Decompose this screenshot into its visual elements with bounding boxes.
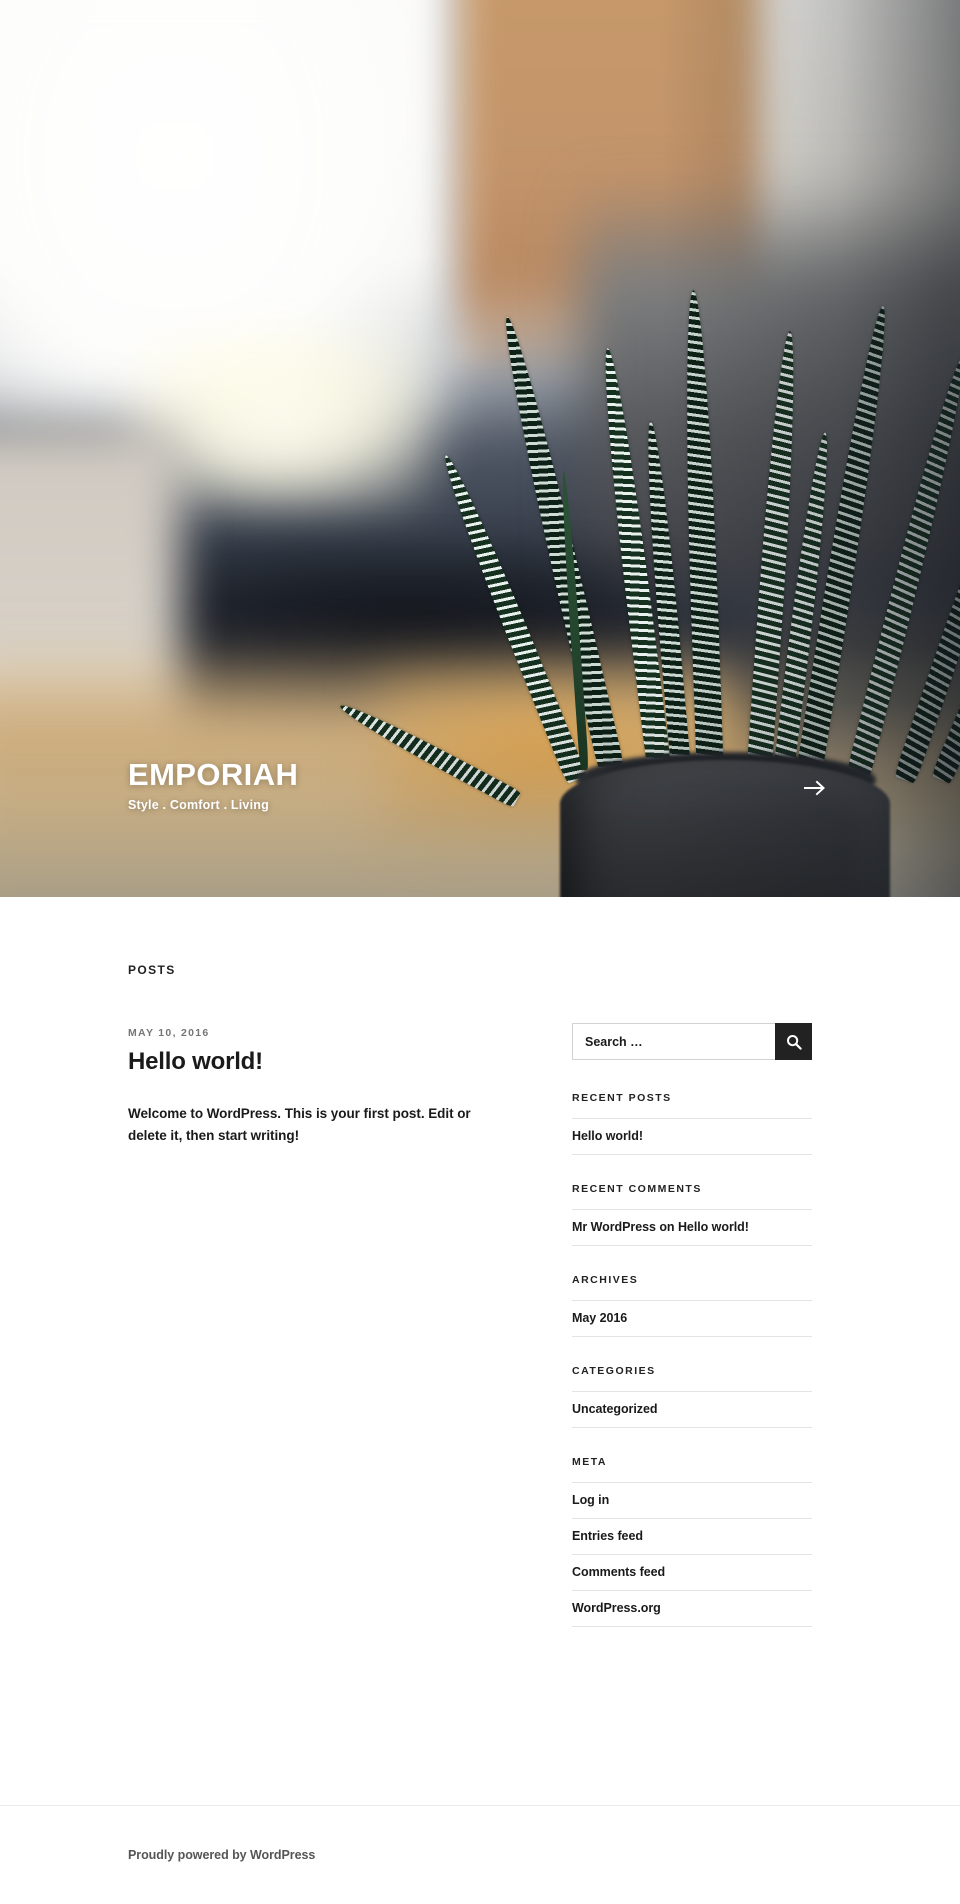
recent-comments-list: Mr WordPress on Hello world! [572,1209,812,1246]
archive-link[interactable]: May 2016 [572,1311,627,1325]
post-article: MAY 10, 2016 Hello world! Welcome to Wor… [128,1023,478,1148]
site-branding: EMPORIAH Style . Comfort . Living [128,759,298,812]
meta-link-wordpress-org[interactable]: WordPress.org [572,1601,661,1615]
comment-author[interactable]: Mr WordPress [572,1220,656,1234]
site-description: Style . Comfort . Living [128,797,269,812]
site-footer: Proudly powered by WordPress [0,1805,960,1904]
archives-list: May 2016 [572,1300,812,1337]
post-date[interactable]: MAY 10, 2016 [128,1027,210,1039]
widget-title: RECENT COMMENTS [572,1183,702,1195]
comment-post-link[interactable]: Hello world! [678,1220,749,1234]
widget-meta: META Log in Entries feed Comments feed W… [572,1456,812,1627]
widget-title: ARCHIVES [572,1274,639,1286]
posts-section-label: POSTS [128,963,176,977]
primary-column: MAY 10, 2016 Hello world! Welcome to Wor… [128,1023,478,1148]
list-item: Hello world! [572,1118,812,1155]
list-item: Comments feed [572,1554,812,1590]
meta-link-login[interactable]: Log in [572,1493,609,1507]
list-item: WordPress.org [572,1590,812,1627]
recent-posts-list: Hello world! [572,1118,812,1155]
list-item: May 2016 [572,1300,812,1337]
recent-post-link[interactable]: Hello world! [572,1129,643,1143]
meta-list: Log in Entries feed Comments feed WordPr… [572,1482,812,1627]
meta-link-entries-feed[interactable]: Entries feed [572,1529,643,1543]
site-content: POSTS MAY 10, 2016 Hello world! Welcome … [0,897,960,1655]
widget-recent-comments: RECENT COMMENTS Mr WordPress on Hello wo… [572,1183,812,1246]
widget-categories: CATEGORIES Uncategorized [572,1365,812,1428]
comment-entry: Mr WordPress on Hello world! [572,1220,749,1234]
category-link[interactable]: Uncategorized [572,1402,658,1416]
widget-title: CATEGORIES [572,1365,656,1377]
comment-separator: on [655,1220,678,1234]
footer-credit-link[interactable]: Proudly powered by WordPress [128,1848,315,1862]
header-inner: EMPORIAH Style . Comfort . Living [0,759,960,898]
widget-recent-posts: RECENT POSTS Hello world! [572,1092,812,1155]
content-columns: MAY 10, 2016 Hello world! Welcome to Wor… [128,1023,832,1655]
search-input[interactable] [572,1023,775,1060]
list-item: Entries feed [572,1518,812,1554]
site-header: EMPORIAH Style . Comfort . Living [0,0,960,897]
search-icon[interactable] [775,1023,812,1060]
sidebar: RECENT POSTS Hello world! RECENT COMMENT… [572,1023,812,1655]
list-item: Mr WordPress on Hello world! [572,1209,812,1246]
categories-list: Uncategorized [572,1391,812,1428]
page-root: EMPORIAH Style . Comfort . Living POSTS … [0,0,960,1904]
arrow-right-icon[interactable] [798,771,832,805]
site-title[interactable]: EMPORIAH [128,759,298,790]
post-title[interactable]: Hello world! [128,1048,478,1077]
widget-archives: ARCHIVES May 2016 [572,1274,812,1337]
search-form [572,1023,812,1060]
widget-title: RECENT POSTS [572,1092,672,1104]
list-item: Uncategorized [572,1391,812,1428]
list-item: Log in [572,1482,812,1518]
meta-link-comments-feed[interactable]: Comments feed [572,1565,665,1579]
post-excerpt: Welcome to WordPress. This is your first… [128,1105,471,1144]
widget-title: META [572,1456,607,1468]
